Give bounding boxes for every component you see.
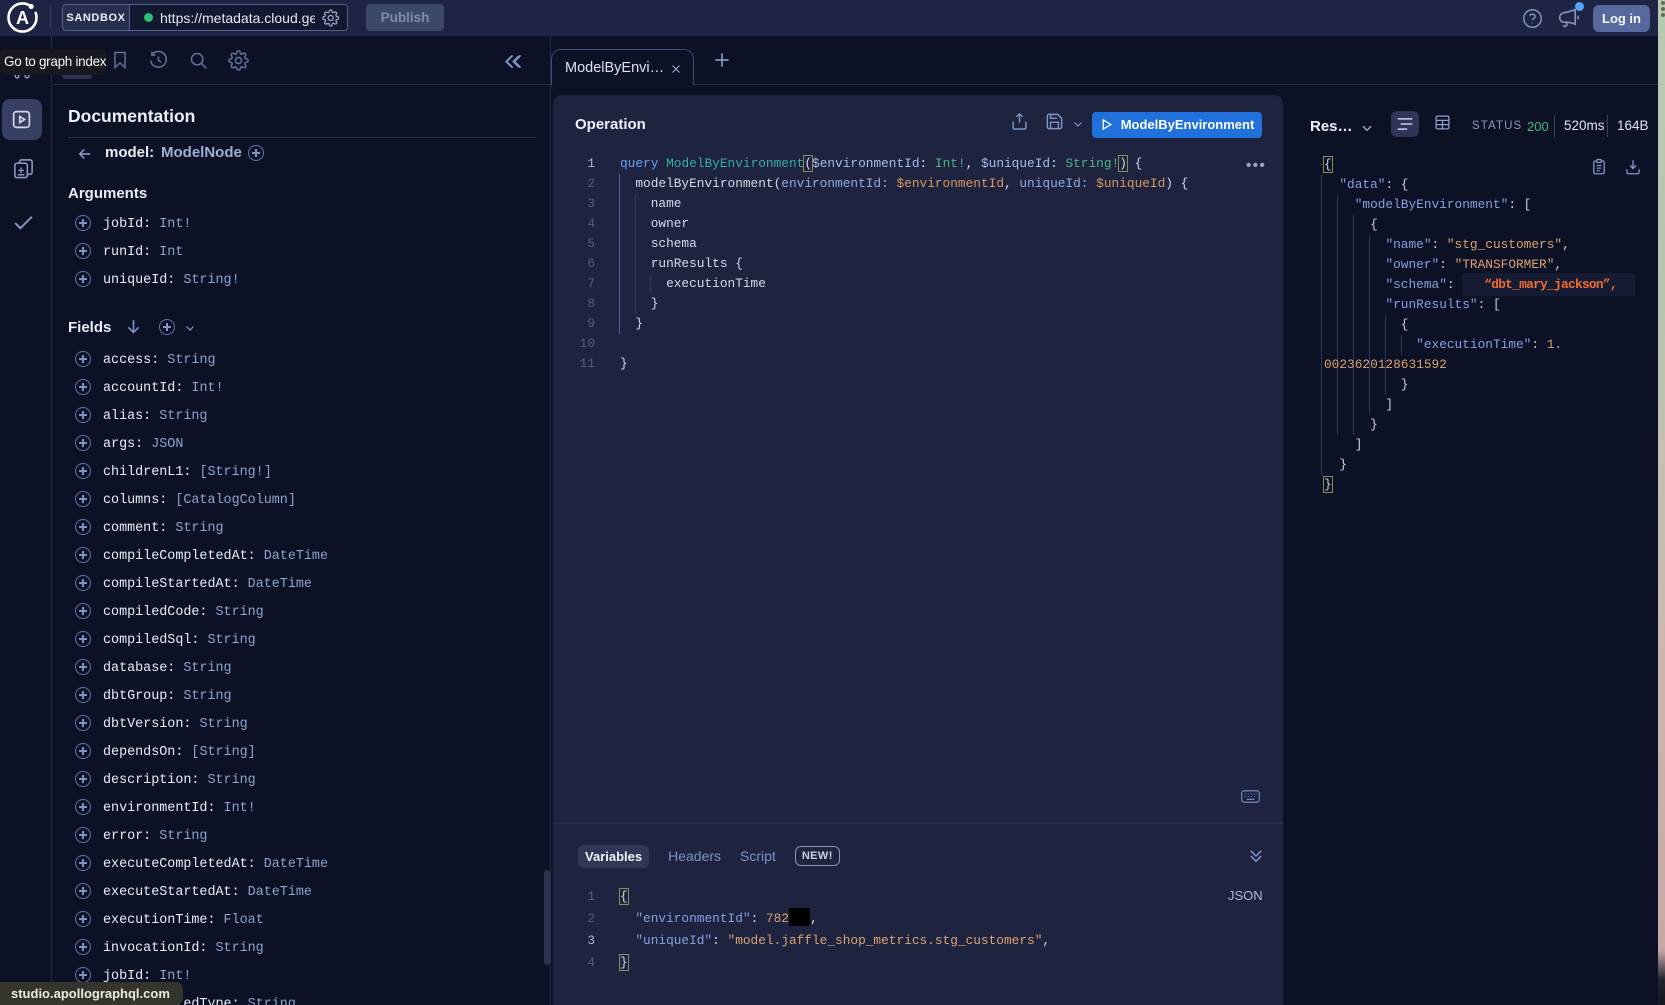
svg-text:A: A	[16, 8, 29, 28]
